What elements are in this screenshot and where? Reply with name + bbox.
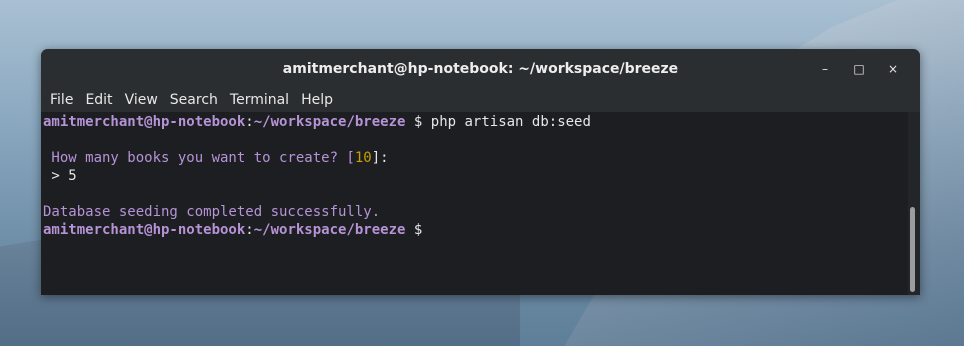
- command-line: amitmerchant@hp-notebook:~/workspace/bre…: [43, 114, 591, 130]
- minimize-button[interactable]: –: [808, 49, 842, 88]
- question-end: ]:: [371, 150, 389, 166]
- menu-help[interactable]: Help: [295, 92, 339, 108]
- prompt-path: ~/workspace/breeze: [253, 114, 406, 130]
- prompt-user: amitmerchant@hp-notebook: [43, 222, 246, 238]
- minimize-icon: –: [822, 61, 828, 76]
- prompt-user: amitmerchant@hp-notebook: [43, 114, 246, 130]
- menu-file[interactable]: File: [44, 92, 79, 108]
- menu-view[interactable]: View: [119, 92, 164, 108]
- terminal-window: amitmerchant@hp-notebook: ~/workspace/br…: [41, 49, 920, 295]
- question-default: 10: [354, 150, 372, 166]
- prompt-line: amitmerchant@hp-notebook:~/workspace/bre…: [43, 222, 423, 238]
- scrollbar-thumb[interactable]: [910, 207, 915, 292]
- question-text: How many books you want to create? [: [43, 150, 355, 166]
- success-line: Database seeding completed successfully.: [43, 204, 381, 220]
- menu-terminal[interactable]: Terminal: [224, 92, 295, 108]
- command-text: php artisan db:seed: [430, 114, 591, 130]
- menu-search[interactable]: Search: [164, 92, 224, 108]
- close-button[interactable]: ×: [876, 49, 910, 88]
- maximize-button[interactable]: □: [842, 49, 876, 88]
- terminal-output[interactable]: amitmerchant@hp-notebook:~/workspace/bre…: [41, 112, 908, 295]
- title-bar[interactable]: amitmerchant@hp-notebook: ~/workspace/br…: [41, 49, 920, 88]
- maximize-icon: □: [853, 61, 865, 76]
- menu-bar: File Edit View Search Terminal Help: [41, 88, 920, 112]
- prompt-path: ~/workspace/breeze: [253, 222, 406, 238]
- window-controls: – □ ×: [808, 49, 910, 88]
- question-line: How many books you want to create? [10]:: [43, 149, 908, 167]
- close-icon: ×: [887, 61, 899, 76]
- window-title: amitmerchant@hp-notebook: ~/workspace/br…: [282, 60, 679, 77]
- answer-line: > 5: [43, 168, 77, 184]
- prompt-symbol: $: [413, 222, 423, 238]
- menu-edit[interactable]: Edit: [79, 92, 118, 108]
- scrollbar[interactable]: [908, 112, 917, 295]
